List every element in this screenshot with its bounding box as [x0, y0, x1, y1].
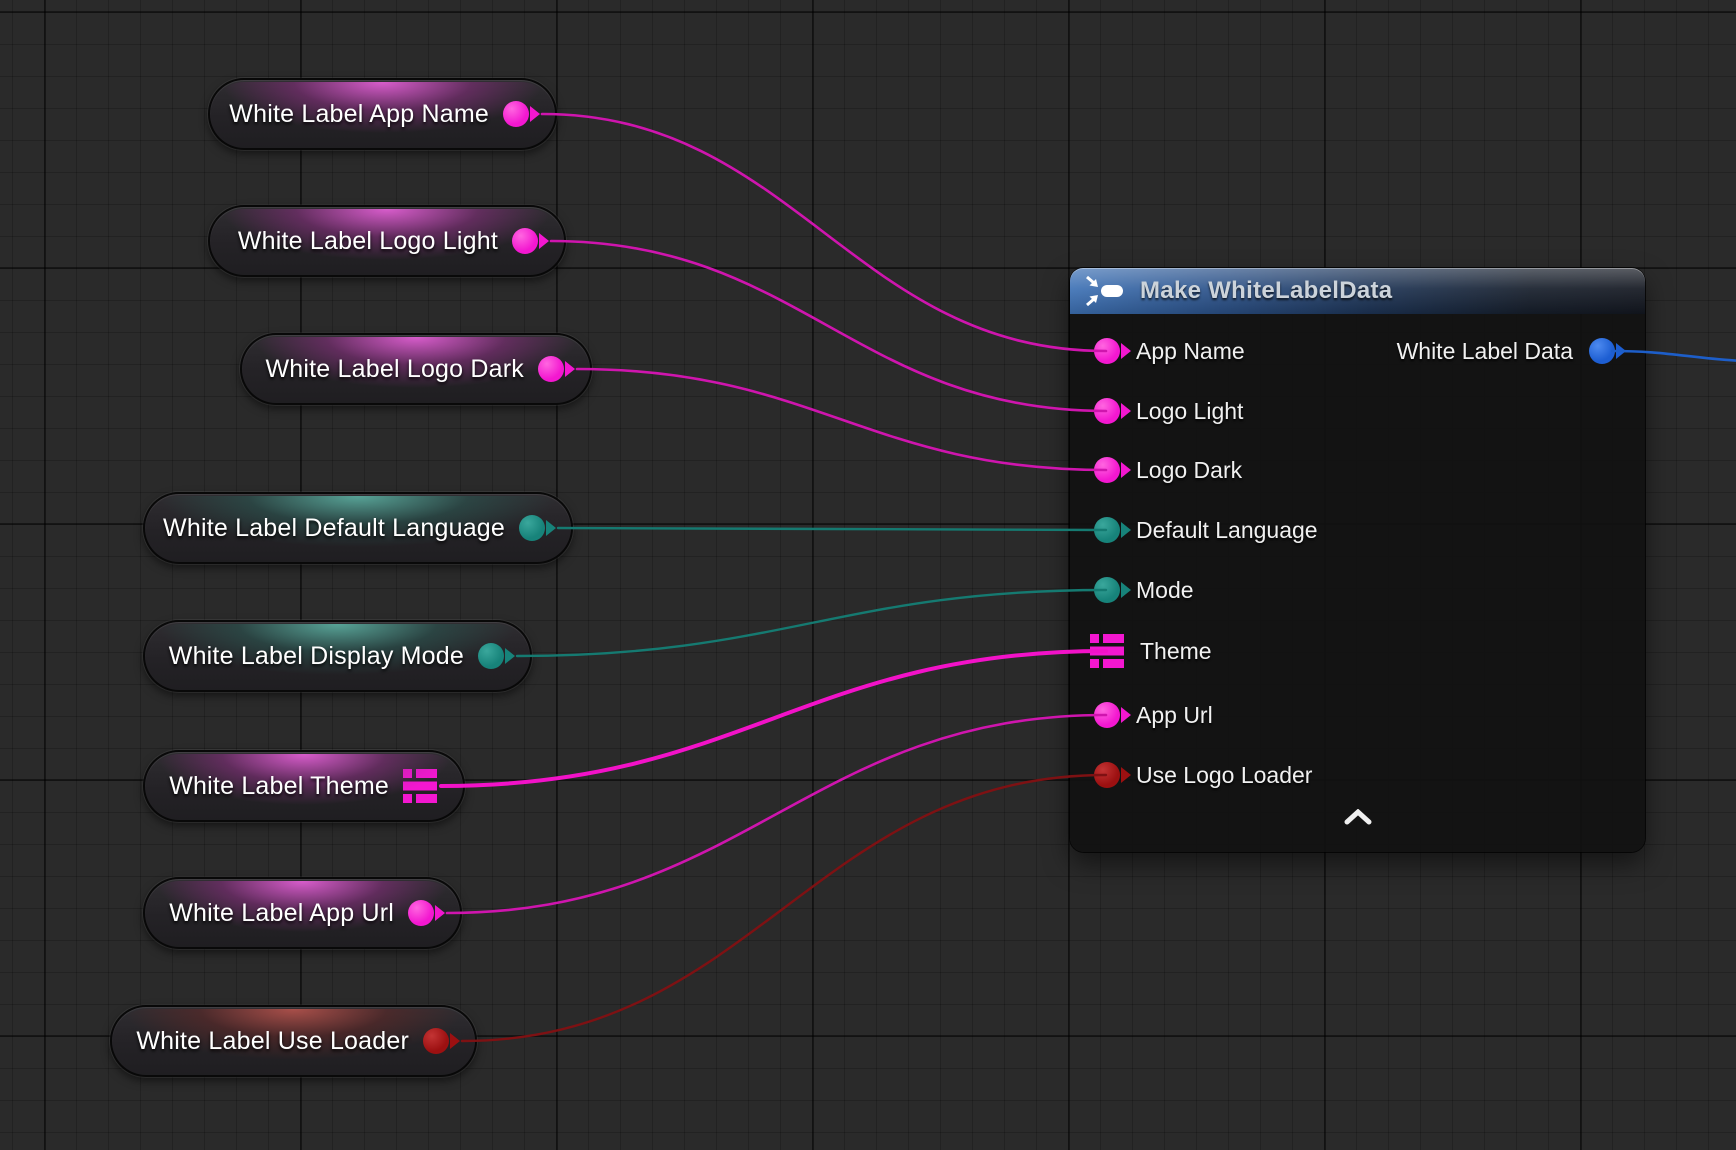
output-row-white-label-data: White Label Data [1397, 334, 1615, 368]
make-whitelabeldata-node[interactable]: Make WhiteLabelData App Name Logo Light … [1070, 268, 1645, 852]
wire-logo-light[interactable] [551, 241, 1106, 411]
string-input-pin[interactable] [1094, 398, 1120, 424]
getter-node-white-label-theme[interactable]: White Label Theme [143, 750, 465, 822]
struct-output-pin[interactable] [1589, 338, 1615, 364]
input-row-app-url: App Url [1094, 698, 1213, 732]
pin-label: Logo Light [1136, 398, 1243, 425]
node-title: Make WhiteLabelData [1140, 277, 1392, 305]
getter-label: White Label Logo Light [238, 227, 498, 256]
getter-label: White Label App Name [229, 100, 489, 129]
input-row-logo-dark: Logo Dark [1094, 453, 1242, 487]
pin-label: Mode [1136, 577, 1194, 604]
collapse-chevron-button[interactable] [1340, 808, 1376, 830]
getter-node-white-label-use-loader[interactable]: White Label Use Loader [110, 1005, 477, 1077]
getter-node-white-label-default-language[interactable]: White Label Default Language [143, 492, 573, 564]
input-row-theme: Theme [1090, 634, 1212, 668]
getter-label: White Label Logo Dark [265, 355, 524, 384]
input-row-default-language: Default Language [1094, 513, 1318, 547]
string-output-pin[interactable] [408, 900, 434, 926]
enum-output-pin[interactable] [478, 643, 504, 669]
enum-output-pin[interactable] [519, 515, 545, 541]
pin-label: Default Language [1136, 517, 1318, 544]
getter-node-white-label-logo-dark[interactable]: White Label Logo Dark [240, 333, 592, 405]
string-output-pin[interactable] [503, 101, 529, 127]
getter-node-white-label-app-name[interactable]: White Label App Name [208, 78, 557, 150]
enum-input-pin[interactable] [1094, 577, 1120, 603]
pin-label: App Name [1136, 338, 1245, 365]
node-header[interactable]: Make WhiteLabelData [1070, 268, 1645, 314]
bool-output-pin[interactable] [423, 1028, 449, 1054]
struct-pin-icon[interactable] [403, 769, 437, 803]
getter-node-white-label-app-url[interactable]: White Label App Url [143, 877, 462, 949]
wire-use-loader[interactable] [462, 775, 1106, 1041]
pin-label: White Label Data [1397, 338, 1573, 365]
bool-input-pin[interactable] [1094, 762, 1120, 788]
input-row-logo-light: Logo Light [1094, 394, 1243, 428]
getter-node-white-label-logo-light[interactable]: White Label Logo Light [208, 205, 566, 277]
getter-label: White Label Display Mode [169, 642, 464, 671]
getter-label: White Label Default Language [163, 514, 505, 543]
make-struct-icon [1086, 276, 1126, 306]
wire-app-name[interactable] [542, 114, 1106, 351]
string-input-pin[interactable] [1094, 457, 1120, 483]
blueprint-graph-canvas[interactable]: White Label App Name White Label Logo Li… [0, 0, 1736, 1150]
wire-app-url[interactable] [447, 715, 1106, 913]
pin-label: Theme [1140, 638, 1212, 665]
pin-label: App Url [1136, 702, 1213, 729]
wire-mode[interactable] [517, 590, 1106, 656]
wire-default-language[interactable] [558, 528, 1106, 530]
getter-label: White Label Use Loader [136, 1027, 409, 1056]
pin-label: Logo Dark [1136, 457, 1242, 484]
wire-logo-dark[interactable] [577, 369, 1106, 470]
string-input-pin[interactable] [1094, 702, 1120, 728]
string-output-pin[interactable] [512, 228, 538, 254]
string-output-pin[interactable] [538, 356, 564, 382]
chevron-up-icon [1343, 809, 1373, 830]
getter-node-white-label-display-mode[interactable]: White Label Display Mode [143, 620, 532, 692]
struct-pin-icon[interactable] [1090, 634, 1124, 668]
getter-label: White Label Theme [169, 772, 389, 801]
enum-input-pin[interactable] [1094, 517, 1120, 543]
pin-label: Use Logo Loader [1136, 762, 1312, 789]
wire-theme[interactable] [441, 651, 1106, 786]
input-row-app-name: App Name [1094, 334, 1245, 368]
getter-label: White Label App Url [169, 899, 394, 928]
string-input-pin[interactable] [1094, 338, 1120, 364]
input-row-mode: Mode [1094, 573, 1194, 607]
input-row-use-logo-loader: Use Logo Loader [1094, 758, 1312, 792]
